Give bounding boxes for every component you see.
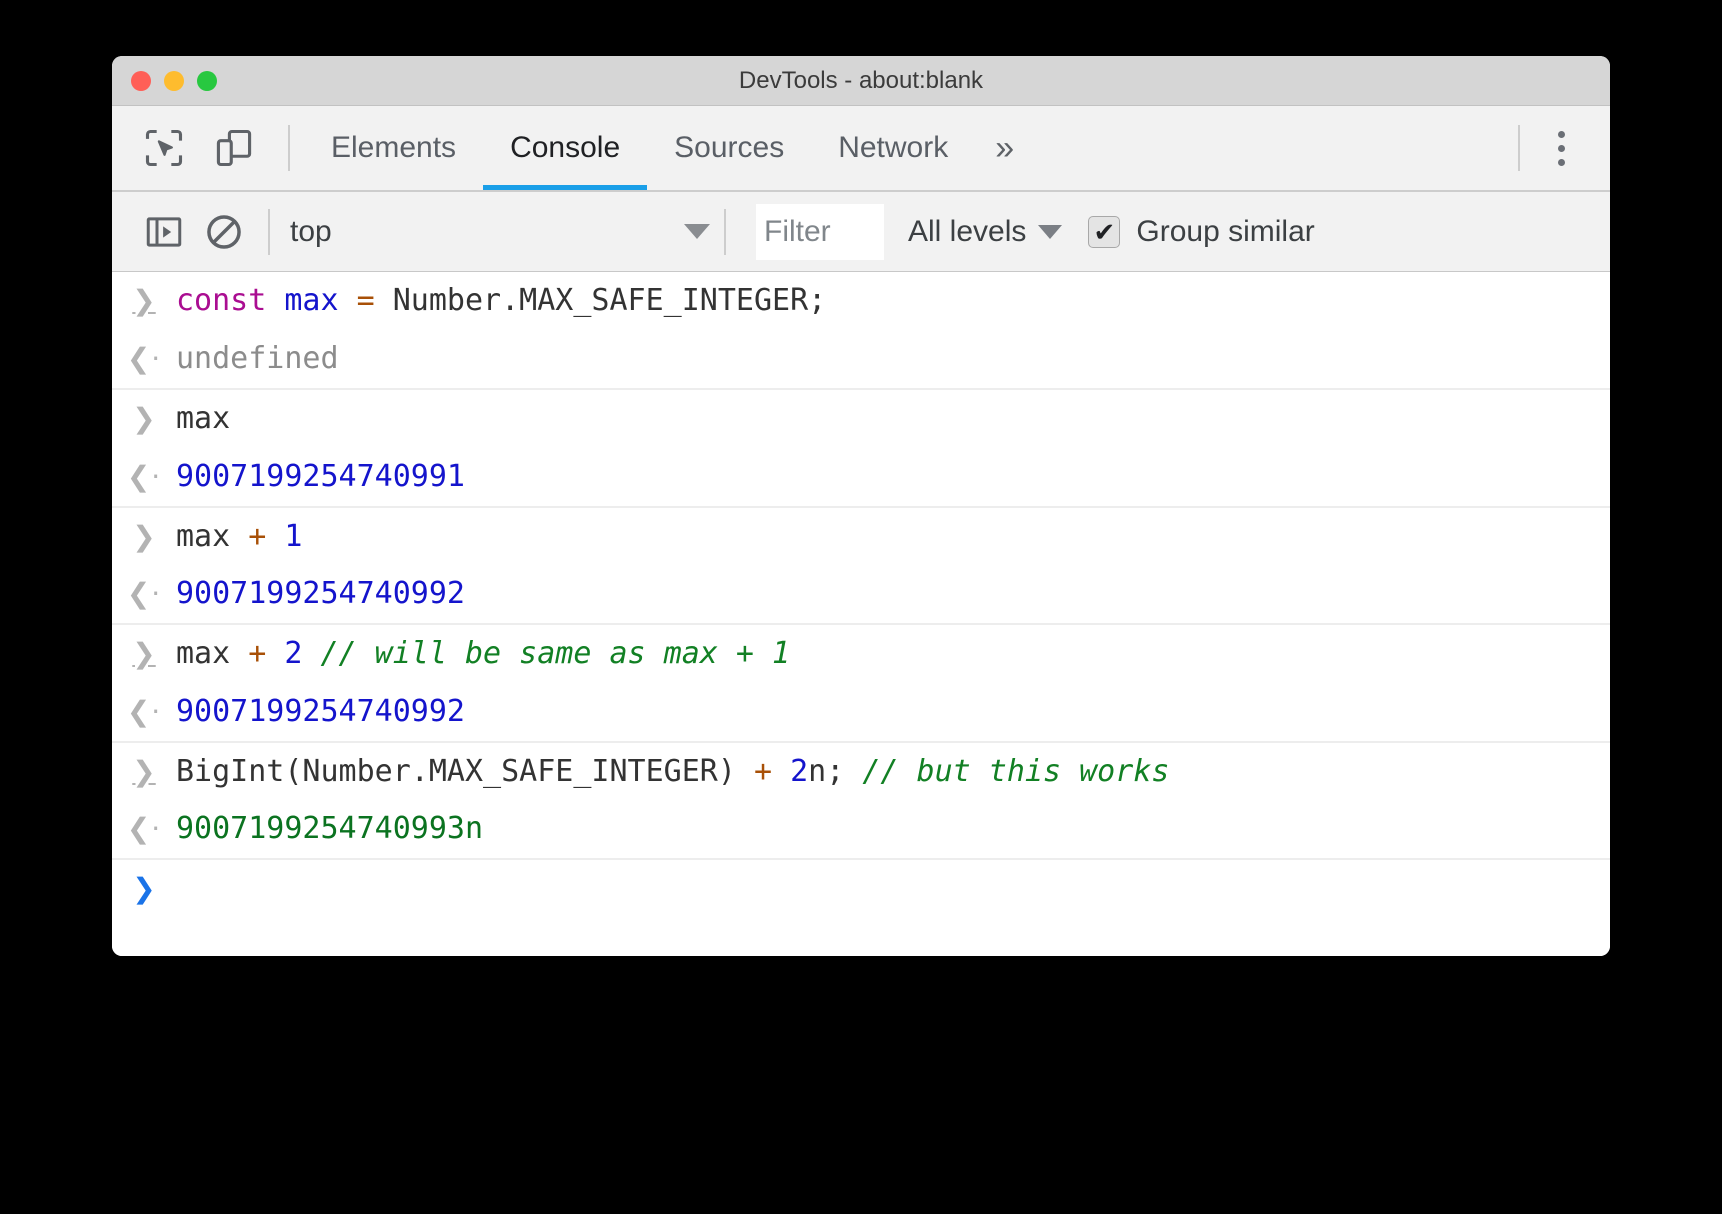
log-levels-label: All levels (908, 215, 1026, 249)
filterbar-divider (268, 209, 270, 255)
group-similar-toggle[interactable]: ✔ Group similar (1088, 215, 1314, 249)
console-prompt-row[interactable] (112, 858, 1610, 934)
execution-context-dropdown[interactable]: top (290, 215, 710, 249)
console-output-value: undefined (176, 336, 1610, 382)
console-output-row: undefined (112, 330, 1610, 388)
console-input-text: max (176, 396, 1610, 442)
execution-context-label: top (290, 215, 332, 249)
token-plain (302, 636, 320, 671)
more-tabs-chevron-icon[interactable]: » (975, 106, 1034, 190)
tabbar-right-group (1504, 118, 1610, 178)
console-output-value: 9007199254740992 (176, 689, 1610, 735)
response-arrow-icon (112, 571, 176, 616)
value-number: 9007199254740991 (176, 459, 465, 494)
device-toolbar-icon[interactable] (204, 118, 264, 178)
prompt-arrow-icon (112, 866, 176, 911)
token-plain (339, 283, 357, 318)
console-input-text: max + 1 (176, 514, 1610, 560)
console-output-value: 9007199254740993n (176, 806, 1610, 852)
console-output-row: 9007199254740993n (112, 800, 1610, 858)
tabbar-tool-icons (112, 118, 304, 178)
console-input-row: const max = Number.MAX_SAFE_INTEGER; (112, 272, 1610, 330)
response-arrow-icon (112, 336, 176, 381)
prompt-arrow-icon (112, 631, 176, 676)
token-variable: max (284, 283, 338, 318)
tabbar-right-divider (1518, 125, 1520, 171)
token-operator: + (754, 754, 772, 789)
response-arrow-icon (112, 806, 176, 851)
token-plain: BigInt(Number.MAX_SAFE_INTEGER) (176, 754, 754, 789)
toolbar-divider (288, 125, 290, 171)
console-input-row: max + 1 (112, 506, 1610, 566)
value-number: 9007199254740992 (176, 576, 465, 611)
chevron-down-icon (684, 224, 710, 239)
clear-console-icon[interactable] (194, 202, 254, 262)
console-output-row: 9007199254740992 (112, 565, 1610, 623)
tab-network-label: Network (838, 131, 948, 165)
token-operator: + (248, 519, 266, 554)
token-plain (266, 519, 284, 554)
console-output-row: 9007199254740991 (112, 448, 1610, 506)
chevron-down-icon-levels (1038, 225, 1062, 239)
filter-input[interactable] (756, 204, 884, 260)
group-similar-label: Group similar (1136, 215, 1314, 249)
devtools-window: DevTools - about:blank Elements (112, 56, 1610, 956)
token-plain: Number.MAX_SAFE_INTEGER; (375, 283, 827, 318)
value-number: 9007199254740992 (176, 694, 465, 729)
console-filterbar: top All levels ✔ Group similar (112, 190, 1610, 272)
console-sidebar-icon[interactable] (134, 202, 194, 262)
tab-elements[interactable]: Elements (304, 106, 483, 190)
token-plain (266, 283, 284, 318)
token-plain: max (176, 636, 248, 671)
more-tabs-label: » (995, 129, 1014, 168)
console-message-list[interactable]: const max = Number.MAX_SAFE_INTEGER;unde… (112, 272, 1610, 956)
prompt-arrow-icon (112, 514, 176, 559)
more-options-kebab-icon[interactable] (1534, 118, 1588, 178)
value-bigint: 9007199254740993n (176, 811, 483, 846)
window-title: DevTools - about:blank (112, 67, 1610, 95)
token-operator: = (357, 283, 375, 318)
tab-elements-label: Elements (331, 131, 456, 165)
console-output-value: 9007199254740992 (176, 571, 1610, 617)
prompt-arrow-icon (112, 749, 176, 794)
tab-console-label: Console (510, 131, 620, 165)
console-input-text: BigInt(Number.MAX_SAFE_INTEGER) + 2n; //… (176, 749, 1610, 795)
token-comment: // will be same as max + 1 (321, 636, 791, 671)
token-plain (772, 754, 790, 789)
token-plain: max (176, 519, 248, 554)
devtools-tabbar: Elements Console Sources Network » (112, 106, 1610, 190)
token-number: 2 (284, 636, 302, 671)
token-keyword: const (176, 283, 266, 318)
token-plain: max (176, 401, 230, 436)
response-arrow-icon (112, 689, 176, 734)
response-arrow-icon (112, 454, 176, 499)
console-input-row: max (112, 388, 1610, 448)
console-output-row: 9007199254740992 (112, 683, 1610, 741)
token-number: 2 (790, 754, 808, 789)
console-input-row: max + 2 // will be same as max + 1 (112, 623, 1610, 683)
tab-console[interactable]: Console (483, 106, 647, 190)
filterbar-divider-2 (724, 209, 726, 255)
inspect-element-icon[interactable] (134, 118, 194, 178)
window-titlebar: DevTools - about:blank (112, 56, 1610, 106)
console-input-text: max + 2 // will be same as max + 1 (176, 631, 1610, 677)
tab-sources[interactable]: Sources (647, 106, 811, 190)
token-plain: n; (808, 754, 862, 789)
value-undefined: undefined (176, 341, 339, 376)
checkmark-icon: ✔ (1093, 219, 1115, 245)
console-input-row: BigInt(Number.MAX_SAFE_INTEGER) + 2n; //… (112, 741, 1610, 801)
token-number: 1 (284, 519, 302, 554)
prompt-arrow-icon (112, 278, 176, 323)
token-operator: + (248, 636, 266, 671)
token-plain (266, 636, 284, 671)
group-similar-checkbox[interactable]: ✔ (1088, 216, 1120, 248)
log-levels-dropdown[interactable]: All levels (908, 215, 1062, 249)
prompt-arrow-icon (112, 396, 176, 441)
console-input-text: const max = Number.MAX_SAFE_INTEGER; (176, 278, 1610, 324)
panel-tabs: Elements Console Sources Network » (304, 106, 1034, 190)
token-comment: // but this works (862, 754, 1169, 789)
tab-network[interactable]: Network (811, 106, 975, 190)
console-output-value: 9007199254740991 (176, 454, 1610, 500)
tab-sources-label: Sources (674, 131, 784, 165)
